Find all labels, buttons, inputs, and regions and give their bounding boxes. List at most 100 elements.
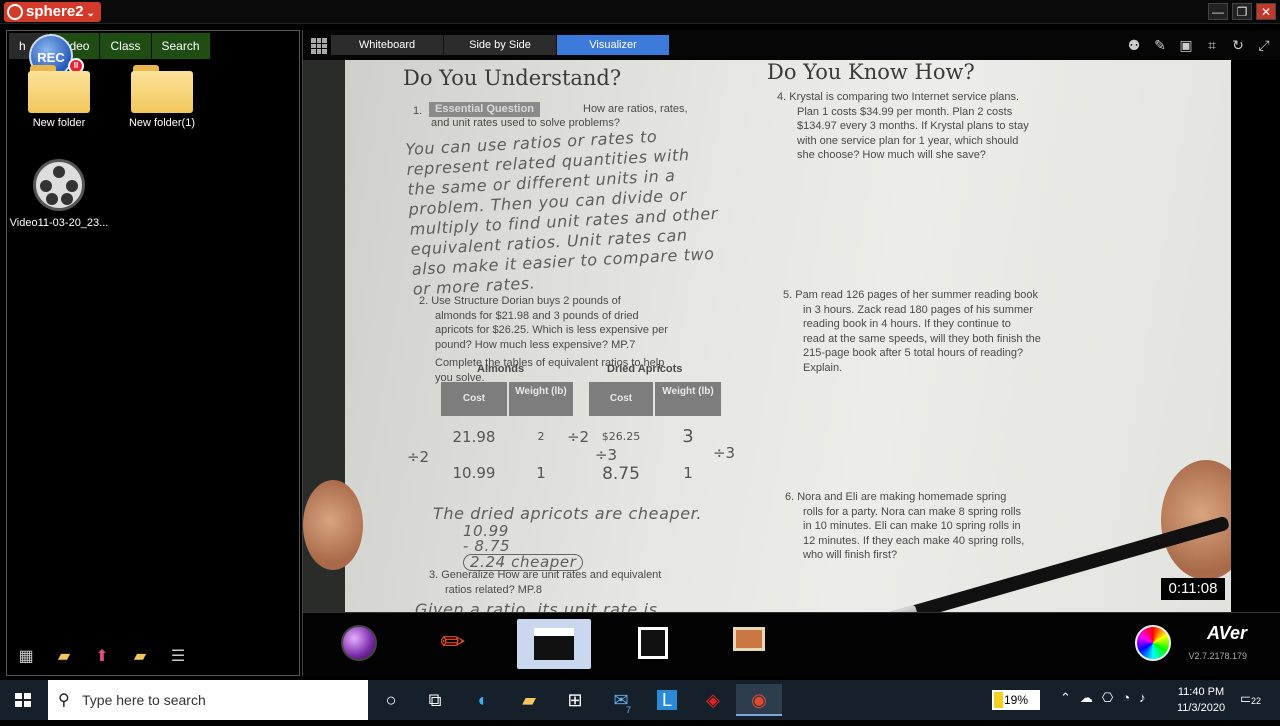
apricots-weight-2: 1 <box>683 464 693 482</box>
mail-icon[interactable]: ✉ 7 <box>598 684 644 716</box>
folder-icon <box>131 65 193 113</box>
q6-line: rolls for a party. Nora can make 8 sprin… <box>803 505 1022 518</box>
folder-label: New folder(1) <box>128 117 196 129</box>
work-line: - 8.75 <box>463 537 511 555</box>
almonds-cost-2: 10.99 <box>452 464 496 482</box>
q4-line: with one service plan for 1 year, which … <box>797 134 1019 147</box>
folder-item-new-folder[interactable]: New folder <box>9 65 109 129</box>
l-app-icon[interactable]: L <box>644 684 690 716</box>
q2-line: pound? How much less expensive? MP.7 <box>435 338 636 351</box>
q6-line: 12 minutes. If they each make 40 spring … <box>803 534 1025 547</box>
q3-line: 3. Generalize How are unit rates and equ… <box>429 569 662 581</box>
clapperboard-icon[interactable] <box>517 619 591 669</box>
network-icon[interactable]: ⎔ <box>1102 690 1113 706</box>
q1-text-a: How are ratios, rates, <box>583 103 688 115</box>
mail-badge: 7 <box>626 705 632 715</box>
upload-arrow-icon[interactable]: ⬆ <box>91 647 113 667</box>
wifi-icon[interactable]: ◔ <box>1122 690 1130 706</box>
app-title: sphere2 <box>26 3 84 20</box>
sphere2-window: sphere2 ⌄ — ❐ ✕ h Video Class Search REC … <box>0 0 1280 680</box>
folder-open-icon[interactable]: ▰ <box>53 647 75 667</box>
clock[interactable]: 11:40 PM 11/3/2020 <box>1166 684 1236 716</box>
conclusion: The dried apricots are cheaper. <box>433 504 703 523</box>
layout-icon[interactable]: ▦ <box>15 647 37 667</box>
folder-item-new-folder-1[interactable]: New folder(1) <box>112 65 212 129</box>
color-wheel-icon[interactable] <box>1135 625 1171 661</box>
q2-line: 2. Use Structure Dorian buys 2 pounds of <box>419 295 621 307</box>
almonds-title: Almonds <box>477 363 525 375</box>
q3-answer: Given a ratio, its unit rate is <box>415 600 658 612</box>
start-button[interactable] <box>0 680 46 720</box>
pen-icon[interactable]: ✎ <box>1151 36 1169 54</box>
date: 11/3/2020 <box>1176 702 1226 714</box>
tab-class[interactable]: Class <box>100 33 152 59</box>
q4-line: she choose? How much will she save? <box>797 149 986 161</box>
list-icon[interactable]: ☰ <box>167 647 189 667</box>
video-item[interactable]: Video11-03-20_23... <box>9 159 109 229</box>
apps-grid-icon[interactable] <box>311 38 327 54</box>
q6-text: 6. Nora and Eli are making homemade spri… <box>785 490 1024 563</box>
q2-line: apricots for $26.25. Which is less expen… <box>435 324 668 336</box>
people-icon[interactable]: ⚉ <box>1125 36 1143 54</box>
cloud-icon[interactable]: ☁ <box>1080 690 1093 706</box>
store-icon[interactable]: ⊞ <box>552 684 598 716</box>
q3-line: ratios related? MP.8 <box>445 583 543 596</box>
almonds-divide-left: ÷2 <box>406 448 430 466</box>
visualizer-area: Whiteboard Side by Side Visualizer ⚉ ✎ ▣… <box>302 30 1280 676</box>
q5-line: Explain. <box>803 361 843 374</box>
chevron-up-icon[interactable]: ⌃ <box>1060 690 1071 706</box>
notifications-button[interactable]: ▭ 22 <box>1240 690 1270 710</box>
crop-icon[interactable]: ⌗ <box>1203 36 1221 54</box>
expand-icon[interactable]: ⤢ <box>1255 36 1273 54</box>
left-thumb <box>303 480 363 570</box>
folder-icon <box>28 65 90 113</box>
mode-tabs: Whiteboard Side by Side Visualizer <box>331 35 670 55</box>
left-heading: Do You Understand? <box>403 66 622 90</box>
q1-text-b: and unit rates used to solve problems? <box>431 117 620 129</box>
time: 11:40 PM <box>1177 686 1225 698</box>
q4-line: $134.97 every 3 months. If Krystal plans… <box>797 120 1029 132</box>
tab-visualizer[interactable]: Visualizer <box>557 35 670 55</box>
window-icon[interactable]: ▣ <box>1177 36 1195 54</box>
pencil-ruler-icon[interactable]: ✏ <box>427 619 479 669</box>
folder-add-icon[interactable]: ▰ <box>129 647 151 667</box>
edge-icon[interactable]: ◐ <box>460 684 506 716</box>
system-tray: ⌃ ☁ ⎔ ◔ ♪ <box>1060 690 1146 706</box>
windows-logo-icon <box>15 693 31 707</box>
restore-button[interactable]: ❐ <box>1232 3 1252 20</box>
search-icon: ⚲ <box>58 692 70 709</box>
q5-line: reading book in 4 hours. If they continu… <box>803 318 1011 330</box>
q1-number: 1. <box>413 105 423 117</box>
q5-line: read at the same speeds, will they both … <box>803 332 1041 345</box>
camera-feed[interactable]: Do You Understand? Do You Know How? 1. E… <box>303 60 1231 612</box>
sphere2-taskbar-icon[interactable]: ◉ <box>736 684 782 716</box>
camera-capture-icon[interactable] <box>627 619 679 669</box>
apricots-divide-right: ÷3 <box>712 444 736 462</box>
cortana-icon[interactable]: ○ <box>368 684 414 716</box>
presentation-icon[interactable] <box>723 619 775 669</box>
mcafee-icon[interactable]: ◈ <box>690 684 736 716</box>
aver-logo: AVer <box>1206 623 1247 643</box>
close-button[interactable]: ✕ <box>1256 3 1276 20</box>
battery-indicator[interactable]: 19% <box>992 690 1040 710</box>
essential-question-badge: Essential Question <box>429 102 541 117</box>
file-explorer-icon[interactable]: ▰ <box>506 684 552 716</box>
rotate-icon[interactable]: ↻ <box>1229 36 1247 54</box>
bottom-dock: ✏ AVer V2.7.2178.179 <box>303 612 1280 676</box>
library-actions: ▦ ▰ ⬆ ▰ ☰ <box>15 647 189 667</box>
task-view-icon[interactable]: ⧉ <box>412 684 458 716</box>
q5-line: 5. Pam read 126 pages of her summer read… <box>783 289 1038 301</box>
sphere-icon[interactable] <box>333 619 385 669</box>
tab-side-by-side[interactable]: Side by Side <box>444 35 557 55</box>
minimize-button[interactable]: — <box>1208 3 1228 20</box>
app-menu-button[interactable]: sphere2 ⌄ <box>4 2 101 22</box>
volume-icon[interactable]: ♪ <box>1139 690 1146 706</box>
tab-whiteboard[interactable]: Whiteboard <box>331 35 444 55</box>
tab-search[interactable]: Search <box>151 33 211 59</box>
almonds-divide-right: ÷2 <box>566 428 590 446</box>
apricots-weight-header: Weight (lb) <box>655 382 721 416</box>
apricots-cost-1: $26.25 <box>601 430 641 443</box>
right-heading: Do You Know How? <box>767 60 975 84</box>
taskbar-search[interactable]: ⚲ Type here to search <box>48 680 368 720</box>
q5-line: in 3 hours. Zack read 180 pages of his s… <box>803 303 1033 316</box>
